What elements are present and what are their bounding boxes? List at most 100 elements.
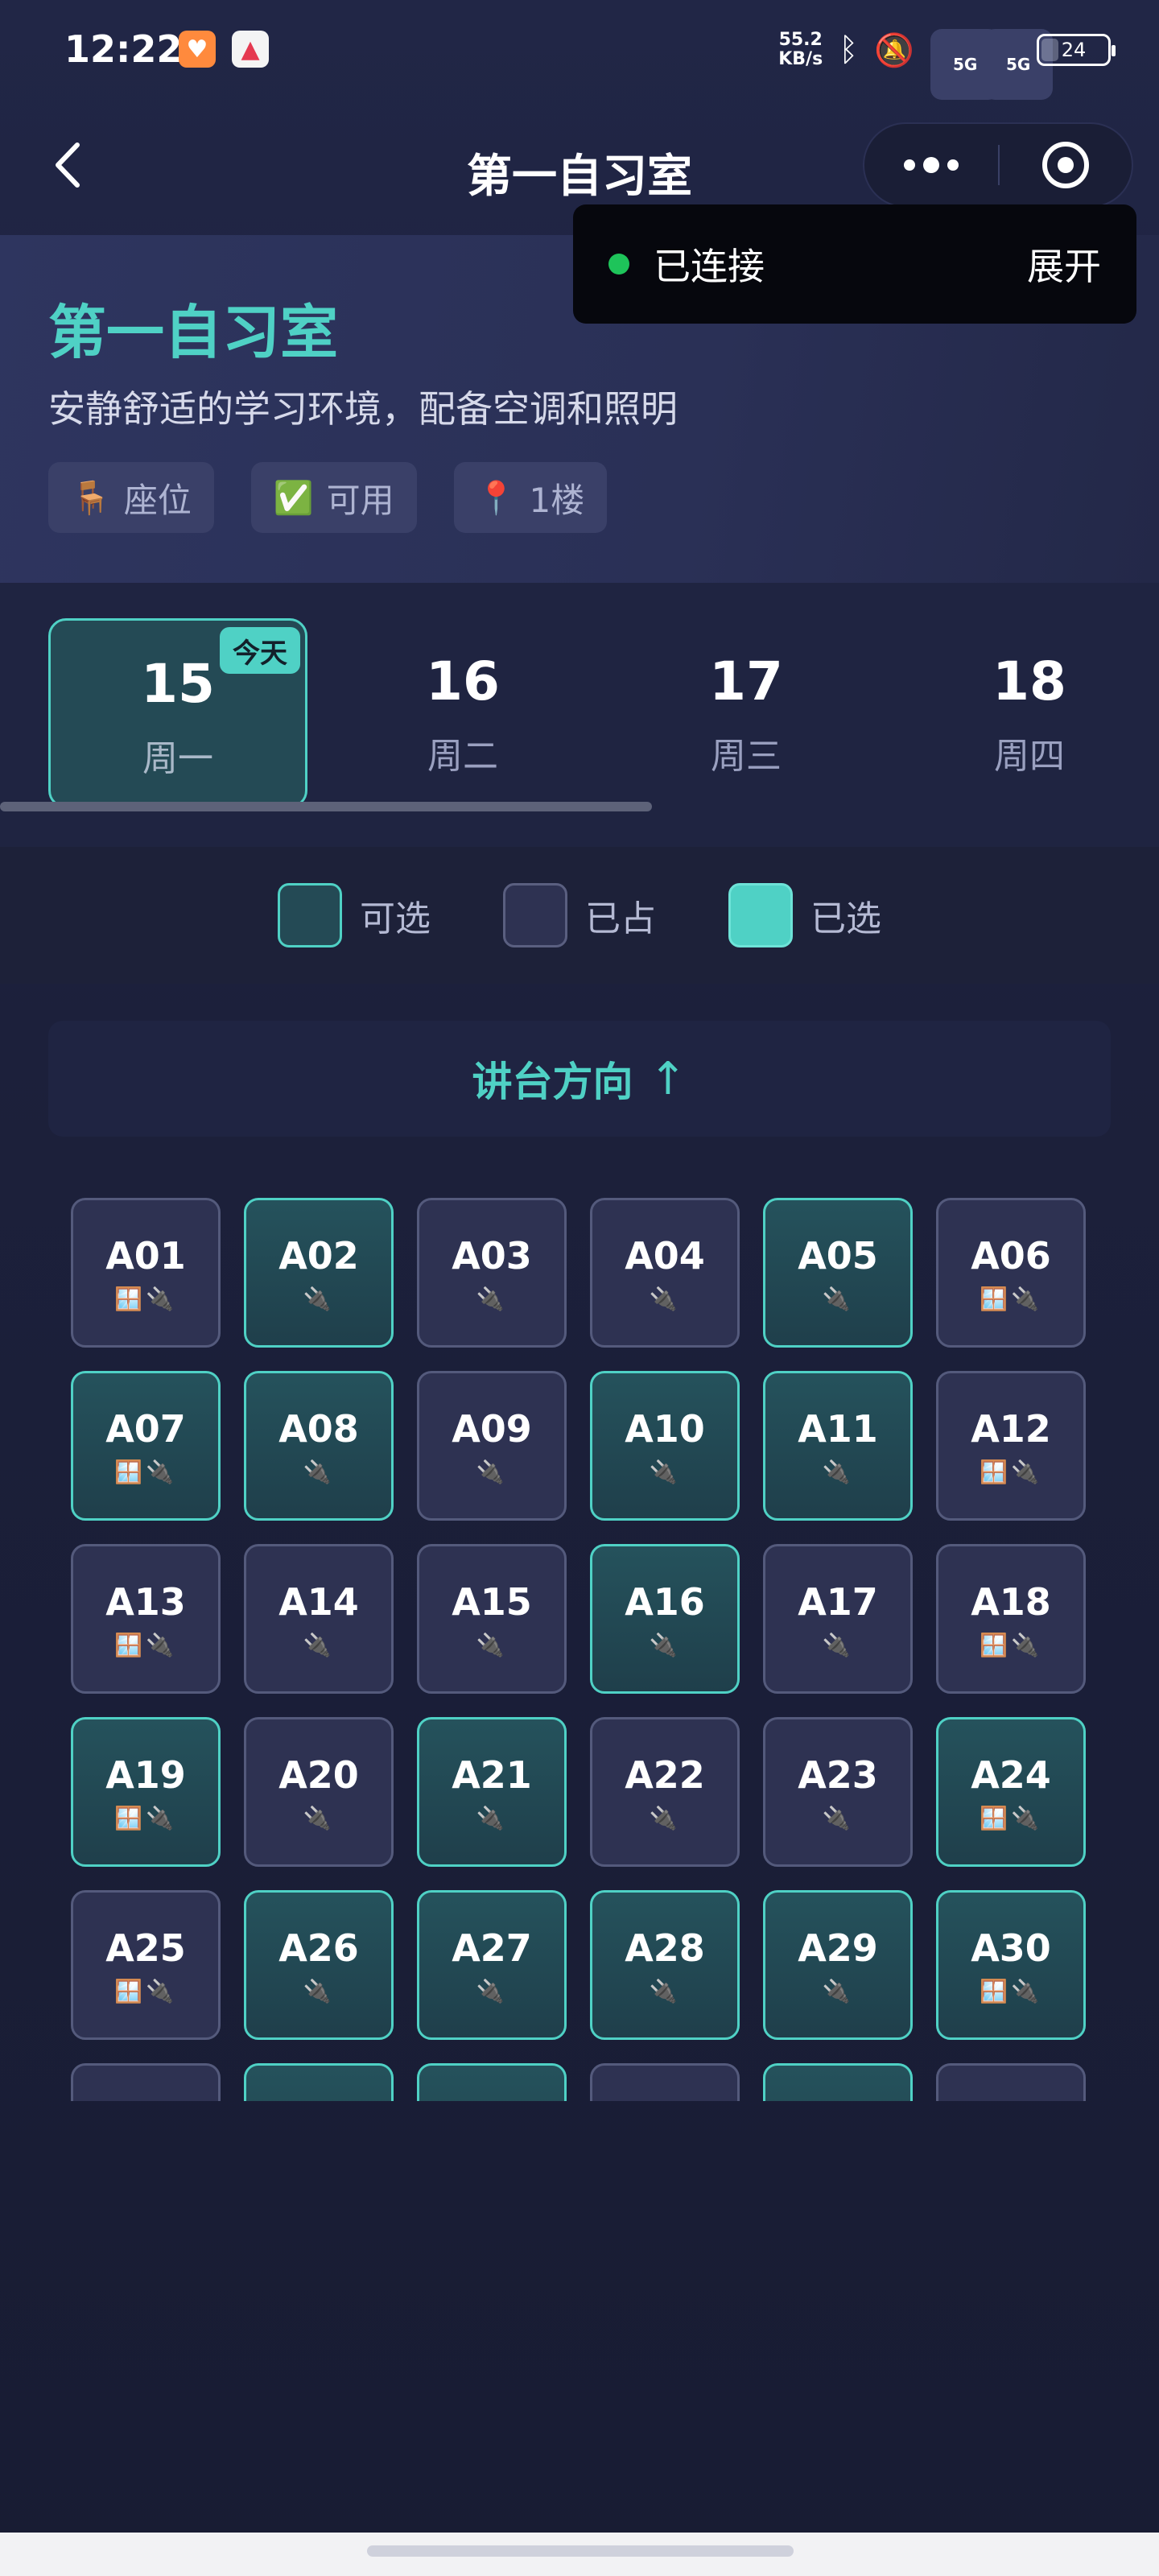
- legend-label: 已选: [810, 898, 881, 939]
- seat-code: A25: [105, 1926, 186, 1970]
- seat-a25: A25 🪟🔌: [71, 1890, 221, 2040]
- seat-features-icon: 🔌: [303, 1632, 335, 1658]
- seat-partial[interactable]: [763, 2063, 913, 2101]
- net-speed: 55.2 KB/s: [778, 31, 823, 69]
- seat-a30[interactable]: A30 🪟🔌: [936, 1890, 1086, 2040]
- seat-features-icon: 🔌: [822, 1459, 854, 1485]
- seat-features-icon: 🪟🔌: [980, 1632, 1042, 1658]
- seat-code: A11: [798, 1407, 878, 1451]
- seat-a26[interactable]: A26 🔌: [244, 1890, 394, 2040]
- date-day: 17: [709, 650, 783, 712]
- seat-code: A30: [971, 1926, 1051, 1970]
- seat-features-icon: 🔌: [822, 1632, 854, 1658]
- seat-a02[interactable]: A02 🔌: [244, 1198, 394, 1348]
- seat-partial[interactable]: [244, 2063, 394, 2101]
- heart-app-icon: ♥: [179, 31, 216, 68]
- seat-features-icon: 🔌: [649, 1459, 681, 1485]
- more-options-button[interactable]: [864, 124, 998, 206]
- seat-code: A16: [625, 1580, 705, 1624]
- seat-a22: A22 🔌: [590, 1717, 740, 1867]
- seat-features-icon: 🪟🔌: [980, 1286, 1042, 1312]
- dot-icon: [904, 159, 915, 171]
- seat-a15: A15 🔌: [417, 1544, 567, 1694]
- seat-a28[interactable]: A28 🔌: [590, 1890, 740, 2040]
- seat-a12: A12 🪟🔌: [936, 1371, 1086, 1521]
- close-mini-program-button[interactable]: [1000, 124, 1132, 206]
- dot-icon: [923, 157, 939, 173]
- seat-code: A14: [278, 1580, 359, 1624]
- date-tab-16[interactable]: 16 周二: [333, 618, 592, 808]
- seat-code: A10: [625, 1407, 705, 1451]
- seat-a27[interactable]: A27 🔌: [417, 1890, 567, 2040]
- stage-label: 讲台方向: [472, 1059, 633, 1105]
- seat-features-icon: 🔌: [476, 1978, 508, 2004]
- mini-program-capsule: [863, 122, 1133, 208]
- battery-level: 24: [1061, 39, 1087, 61]
- seat-features-icon: 🔌: [303, 1978, 335, 2004]
- seat-a13: A13 🪟🔌: [71, 1544, 221, 1694]
- seat-a29[interactable]: A29 🔌: [763, 1890, 913, 2040]
- seat-code: A28: [625, 1926, 705, 1970]
- seat-a21[interactable]: A21 🔌: [417, 1717, 567, 1867]
- today-badge: 今天: [220, 627, 300, 674]
- seat-a03: A03 🔌: [417, 1198, 567, 1348]
- seat-a08[interactable]: A08 🔌: [244, 1371, 394, 1521]
- battery-icon: 24: [1037, 34, 1116, 66]
- seat-legend: 可选 已占 已选: [0, 847, 1159, 984]
- seat-features-icon: 🔌: [649, 1978, 681, 2004]
- seat-a07[interactable]: A07 🪟🔌: [71, 1371, 221, 1521]
- seat-grid: A01 🪟🔌 A02 🔌 A03 🔌 A04 🔌 A05 🔌 A06 🪟🔌 A07 🪟🔌 A08 🔌 A09 🔌 A…: [71, 1198, 1088, 2101]
- seat-features-icon: 🔌: [822, 1286, 854, 1312]
- date-weekday: 周三: [711, 736, 782, 777]
- seat-code: A07: [105, 1407, 186, 1451]
- seat-code: A29: [798, 1926, 878, 1970]
- seat-features-icon: 🪟🔌: [980, 1978, 1042, 2004]
- tag-label: 可用: [326, 480, 394, 520]
- expand-button[interactable]: 展开: [1027, 237, 1101, 291]
- seat-a17: A17 🔌: [763, 1544, 913, 1694]
- seat-code: A01: [105, 1234, 186, 1278]
- seat-code: A27: [452, 1926, 532, 1970]
- seat-a10[interactable]: A10 🔌: [590, 1371, 740, 1521]
- seat-features-icon: 🪟🔌: [114, 1286, 177, 1312]
- date-day: 18: [992, 650, 1066, 712]
- seat-features-icon: 🔌: [476, 1805, 508, 1831]
- seat-a09: A09 🔌: [417, 1371, 567, 1521]
- seat-features-icon: 🔌: [649, 1632, 681, 1658]
- seat-a14: A14 🔌: [244, 1544, 394, 1694]
- seat-code: A08: [278, 1407, 359, 1451]
- target-circle-icon: [1042, 142, 1089, 188]
- seat-a04: A04 🔌: [590, 1198, 740, 1348]
- seat-a19[interactable]: A19 🪟🔌: [71, 1717, 221, 1867]
- dot-icon: [947, 159, 959, 171]
- room-tags: 🪑 座位 ✅ 可用 📍 1楼: [48, 462, 608, 533]
- seat-a16[interactable]: A16 🔌: [590, 1544, 740, 1694]
- legend-swatch: [278, 883, 342, 947]
- date-tab-15[interactable]: 今天 15 周一: [48, 618, 307, 808]
- room-name: 第一自习室: [48, 299, 339, 366]
- seat-partial[interactable]: [417, 2063, 567, 2101]
- seat-a23: A23 🔌: [763, 1717, 913, 1867]
- date-weekday: 周二: [427, 736, 498, 777]
- date-tab-18[interactable]: 18 周四: [900, 618, 1159, 808]
- date-weekday: 周一: [142, 738, 213, 779]
- status-right-group: 55.2 KB/s ᛒ 🔕 5G 5G 24: [778, 29, 1116, 100]
- seat-partial: [71, 2063, 221, 2101]
- date-scrollbar[interactable]: [0, 802, 652, 811]
- seat-a24[interactable]: A24 🪟🔌: [936, 1717, 1086, 1867]
- triangle-app-icon: ▲: [232, 31, 269, 68]
- seat-a01: A01 🪟🔌: [71, 1198, 221, 1348]
- seat-features-icon: 🔌: [649, 1286, 681, 1312]
- home-indicator[interactable]: [367, 2545, 794, 2557]
- status-bar: 12:22 ♥ ▲ 55.2 KB/s ᛒ 🔕 5G 5G 24: [0, 0, 1159, 100]
- date-tab-17[interactable]: 17 周三: [617, 618, 876, 808]
- tag-seats: 🪑 座位: [48, 462, 214, 533]
- muted-bell-icon: 🔕: [874, 31, 914, 69]
- legend-available: 可选: [278, 883, 431, 947]
- seat-code: A02: [278, 1234, 359, 1278]
- seat-code: A15: [452, 1580, 532, 1624]
- stage-direction: 讲台方向 ↑: [48, 1021, 1111, 1137]
- seat-a05[interactable]: A05 🔌: [763, 1198, 913, 1348]
- seat-a11[interactable]: A11 🔌: [763, 1371, 913, 1521]
- status-time: 12:22: [64, 27, 183, 71]
